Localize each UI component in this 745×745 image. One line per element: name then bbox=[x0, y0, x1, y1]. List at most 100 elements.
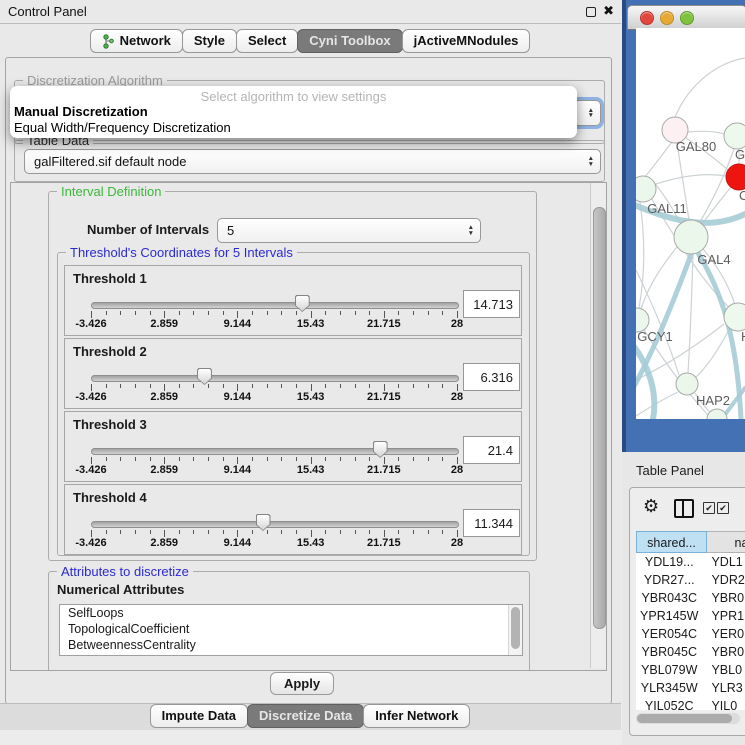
table-row[interactable]: YLR345WYLR3 bbox=[636, 679, 745, 697]
tab-select[interactable]: Select bbox=[236, 29, 298, 53]
slider-tick bbox=[179, 384, 180, 388]
slider-tick bbox=[355, 311, 356, 315]
tab-label: Impute Data bbox=[162, 706, 236, 726]
columns-icon[interactable] bbox=[674, 499, 694, 518]
top-tab-bar: Network Style SelectCyni ToolboxjActiveMNo… bbox=[0, 29, 621, 53]
threshold-label: Threshold 1 bbox=[73, 271, 147, 286]
threshold-value-field[interactable]: 11.344 bbox=[463, 509, 520, 537]
attributes-scrollbar-thumb[interactable] bbox=[511, 607, 520, 649]
network-edge bbox=[675, 58, 745, 117]
network-node-label: GCY1 bbox=[637, 329, 672, 344]
network-node-node-top-right[interactable] bbox=[724, 123, 745, 149]
slider-tick bbox=[369, 384, 370, 388]
threshold-value-field[interactable]: 21.4 bbox=[463, 436, 520, 464]
apply-button[interactable]: Apply bbox=[270, 672, 334, 695]
close-traffic-light-icon[interactable] bbox=[640, 11, 654, 25]
slider-thumb[interactable] bbox=[373, 441, 388, 458]
attribute-list-item[interactable]: BetweennessCentrality bbox=[60, 637, 522, 653]
slider-tick bbox=[428, 457, 429, 461]
slider-tick bbox=[355, 457, 356, 461]
slider-tick-label: 15.43 bbox=[297, 464, 325, 476]
tab-cyni-toolbox[interactable]: Cyni Toolbox bbox=[297, 29, 402, 53]
table-row[interactable]: YIL052CYIL0 bbox=[636, 697, 745, 710]
threshold-panel: Threshold 2-3.4262.8599.14415.4321.71528… bbox=[64, 338, 522, 409]
table-row[interactable]: YDL19...YDL1 bbox=[636, 553, 745, 571]
table-cell: YPR1 bbox=[702, 607, 745, 625]
network-edge bbox=[688, 131, 724, 134]
threshold-label: Threshold 2 bbox=[73, 344, 147, 359]
zoom-traffic-light-icon[interactable] bbox=[680, 11, 694, 25]
network-node-node-bottom[interactable] bbox=[707, 409, 727, 419]
table-horizontal-scrollbar-thumb[interactable] bbox=[637, 714, 732, 723]
numerical-attributes-list[interactable]: SelfLoopsTopologicalCoefficientBetweenne… bbox=[59, 604, 523, 656]
slider-tick bbox=[237, 311, 238, 318]
interval-definition-group: Interval Definition Number of Intervals … bbox=[48, 191, 537, 561]
network-node-HAP2[interactable] bbox=[676, 373, 698, 395]
slider-tick bbox=[340, 311, 341, 315]
threshold-panel: Threshold 1-3.4262.8599.14415.4321.71528… bbox=[64, 265, 522, 336]
table-cell: YER0 bbox=[702, 625, 745, 643]
tab-discretize-data[interactable]: Discretize Data bbox=[247, 704, 364, 728]
gear-icon[interactable]: ⚙ bbox=[643, 496, 659, 517]
slider-tick-label: 21.715 bbox=[367, 391, 401, 403]
table-row[interactable]: YDR27...YDR2 bbox=[636, 571, 745, 589]
settings-vertical-scrollbar-thumb[interactable] bbox=[593, 207, 606, 629]
table-data-combobox[interactable]: galFiltered.sif default node ▲▼ bbox=[24, 149, 601, 174]
tab-label: Network bbox=[120, 31, 171, 51]
table-row[interactable]: YER054CYER0 bbox=[636, 625, 745, 643]
slider-tick bbox=[150, 530, 151, 534]
table-horizontal-scrollbar[interactable] bbox=[636, 713, 740, 724]
threshold-value-field[interactable]: 14.713 bbox=[463, 290, 520, 318]
slider-thumb[interactable] bbox=[197, 368, 212, 385]
table-row[interactable]: YBR043CYBR0 bbox=[636, 589, 745, 607]
slider-thumb[interactable] bbox=[256, 514, 271, 531]
attributes-scrollbar[interactable] bbox=[508, 605, 522, 655]
minimize-traffic-light-icon[interactable] bbox=[660, 11, 674, 25]
float-window-icon[interactable] bbox=[586, 7, 596, 17]
checkbox-icon[interactable]: ✔ bbox=[703, 502, 715, 514]
threshold-label: Threshold 4 bbox=[73, 490, 147, 505]
table-column-header[interactable]: na bbox=[707, 531, 745, 553]
table-row[interactable]: YPR145WYPR1 bbox=[636, 607, 745, 625]
algorithm-option[interactable]: Manual Discretization bbox=[14, 104, 554, 120]
threshold-value-field[interactable]: 6.316 bbox=[463, 363, 520, 391]
node-table-header: shared...na bbox=[636, 531, 745, 553]
checkbox-icon[interactable]: ✔ bbox=[717, 502, 729, 514]
network-node-node-red[interactable] bbox=[726, 164, 745, 190]
slider-thumb[interactable] bbox=[295, 295, 310, 312]
table-cell: YBR0 bbox=[702, 643, 745, 661]
network-canvas[interactable]: GAL80GALCGAL11GAL4GCY1HHAP2 bbox=[636, 28, 745, 419]
network-node-GAL11[interactable] bbox=[636, 176, 656, 202]
network-window-titlebar[interactable] bbox=[627, 5, 745, 30]
slider-tick bbox=[237, 457, 238, 464]
tab-impute-data[interactable]: Impute Data bbox=[150, 704, 248, 728]
slider-tick bbox=[252, 457, 253, 461]
combo-stepper-icon: ▲▼ bbox=[588, 108, 594, 119]
slider-track[interactable] bbox=[91, 521, 459, 528]
tab-label: Style bbox=[194, 31, 225, 51]
settings-vertical-scrollbar[interactable] bbox=[590, 183, 606, 668]
network-view-window: GAL80GALCGAL11GAL4GCY1HHAP2 bbox=[622, 0, 745, 452]
network-graph[interactable]: GAL80GALCGAL11GAL4GCY1HHAP2 bbox=[636, 28, 745, 419]
combo-stepper-icon: ▲▼ bbox=[588, 156, 594, 167]
attribute-list-item[interactable]: SelfLoops bbox=[60, 605, 522, 621]
network-node-GAL4[interactable] bbox=[674, 220, 708, 254]
tab-network[interactable]: Network bbox=[90, 29, 183, 53]
tab-jactivemnodules[interactable]: jActiveMNodules bbox=[402, 29, 531, 53]
network-edge bbox=[656, 175, 726, 184]
tab-style[interactable]: Style bbox=[182, 29, 237, 53]
algorithm-option[interactable]: Equal Width/Frequency Discretization bbox=[14, 120, 554, 136]
attribute-list-item[interactable]: TopologicalCoefficient bbox=[60, 621, 522, 637]
number-of-intervals-combobox[interactable]: 5 ▲▼ bbox=[217, 218, 481, 243]
slider-track[interactable] bbox=[91, 302, 459, 309]
close-icon[interactable]: ✖ bbox=[603, 3, 614, 19]
slider-tick-label: 21.715 bbox=[367, 318, 401, 330]
table-column-header[interactable]: shared... bbox=[636, 531, 707, 553]
slider-tick bbox=[384, 457, 385, 464]
slider-track[interactable] bbox=[91, 375, 459, 382]
table-row[interactable]: YBR045CYBR0 bbox=[636, 643, 745, 661]
slider-track[interactable] bbox=[91, 448, 459, 455]
slider-tick bbox=[267, 384, 268, 388]
tab-infer-network[interactable]: Infer Network bbox=[363, 704, 470, 728]
table-row[interactable]: YBL079WYBL0 bbox=[636, 661, 745, 679]
